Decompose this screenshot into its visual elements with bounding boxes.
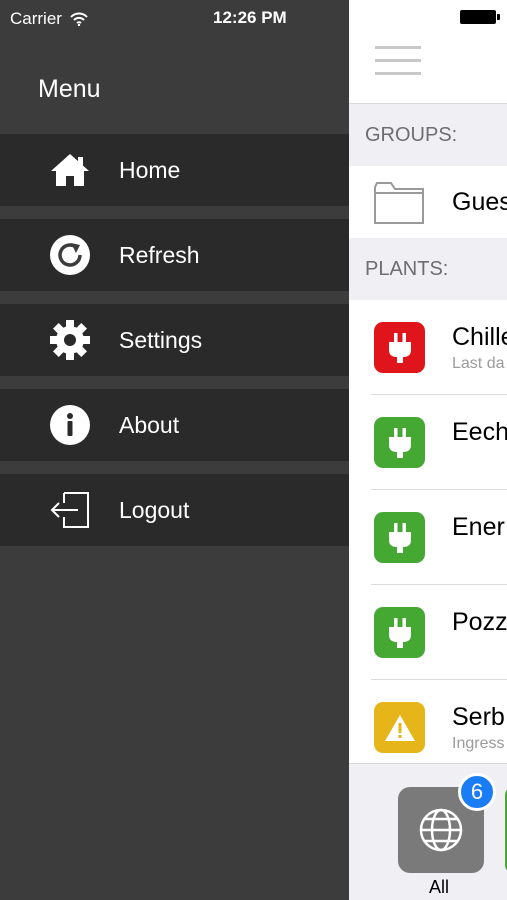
notification-badge: 6 (458, 773, 496, 811)
menu-list: Home Refresh Settings About Logout (0, 134, 349, 559)
menu-item-label: About (119, 411, 180, 438)
plant-name: Eech (452, 418, 507, 446)
menu-item-refresh[interactable]: Refresh (0, 219, 349, 291)
menu-item-label: Settings (119, 326, 203, 353)
plant-name: Pozz (452, 608, 507, 636)
menu-item-about[interactable]: About (0, 389, 349, 461)
plant-row[interactable]: Eech (349, 395, 507, 490)
plant-name: Serb (452, 703, 505, 731)
warning-icon (374, 702, 425, 753)
plug-icon (374, 512, 425, 563)
menu-item-settings[interactable]: Settings (0, 304, 349, 376)
menu-item-label: Logout (119, 496, 190, 523)
plant-name: Ener (452, 513, 505, 541)
plant-subtitle: Ingress (452, 735, 505, 752)
home-icon (48, 148, 92, 192)
plant-row[interactable]: Serb Ingress (349, 680, 507, 775)
menu-item-label: Refresh (119, 241, 200, 268)
plant-row[interactable]: Chille Last da (349, 300, 507, 395)
plug-icon (374, 607, 425, 658)
menu-item-home[interactable]: Home (0, 134, 349, 206)
plant-subtitle: Last da (452, 355, 505, 372)
plug-icon (374, 417, 425, 468)
status-time: 12:26 PM (213, 8, 287, 27)
plant-name: Chille (452, 323, 507, 351)
gear-icon (48, 318, 92, 362)
menu-item-label: Home (119, 156, 181, 183)
wifi-icon (70, 12, 88, 26)
plant-row[interactable]: Ener (349, 490, 507, 585)
folder-icon (374, 182, 424, 224)
side-drawer: Carrier 12:26 PM Menu Home Refresh Setti… (0, 0, 349, 900)
status-carrier: Carrier (10, 8, 88, 30)
refresh-icon (48, 233, 92, 277)
carrier-label: Carrier (10, 9, 62, 28)
logout-icon (48, 488, 92, 532)
tab-all-label: All (429, 877, 450, 897)
group-row[interactable]: Gues (349, 168, 507, 238)
groups-header: GROUPS: (349, 104, 507, 166)
battery-icon (460, 10, 500, 24)
main-panel: GROUPS: Gues PLANTS: Chille Last da Eech… (349, 0, 507, 900)
menu-title: Menu (38, 75, 101, 103)
group-name: Gues (452, 188, 507, 216)
hamburger-menu-button[interactable] (375, 46, 421, 76)
plant-row[interactable]: Pozz (349, 585, 507, 680)
tab-bar: 6 All (349, 763, 507, 900)
info-icon (48, 403, 92, 447)
plants-header: PLANTS: (349, 238, 507, 300)
globe-icon (419, 808, 463, 852)
menu-item-logout[interactable]: Logout (0, 474, 349, 546)
plug-icon (374, 322, 425, 373)
